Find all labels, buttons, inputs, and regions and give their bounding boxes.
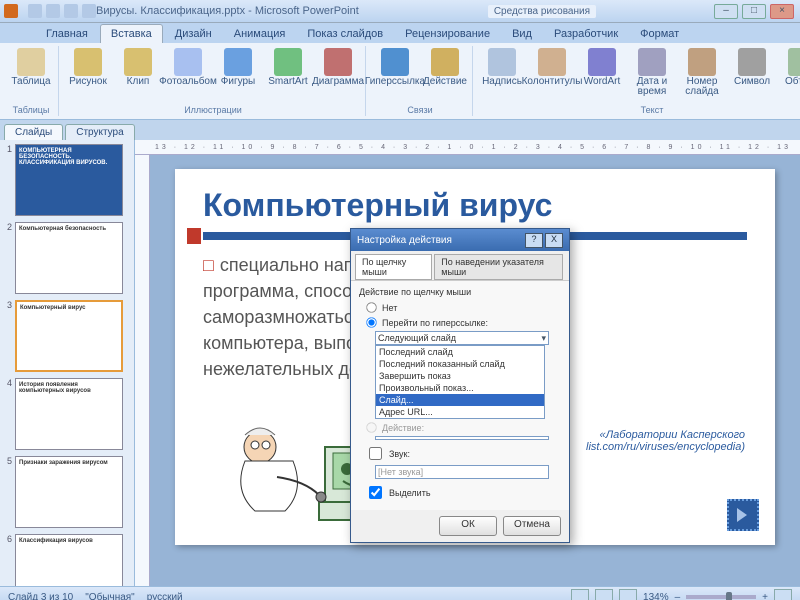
ok-button[interactable]: ОК: [439, 516, 497, 536]
zoom-level[interactable]: 134%: [643, 592, 669, 600]
dialog-close-button[interactable]: X: [545, 233, 563, 248]
ribbon-tab-2[interactable]: Дизайн: [165, 25, 222, 43]
close-button[interactable]: ×: [770, 4, 794, 19]
cancel-button[interactable]: Отмена: [503, 516, 561, 536]
zoom-slider[interactable]: [686, 595, 756, 599]
dialog-title: Настройка действия: [357, 235, 452, 246]
language-indicator[interactable]: русский: [147, 592, 183, 600]
thumbnail-2[interactable]: 2Компьютерная безопасность: [2, 222, 132, 294]
ribbon-фигуры[interactable]: Фигуры: [215, 46, 261, 89]
pane-tab-slides[interactable]: Слайды: [4, 124, 63, 140]
ribbon-tab-7[interactable]: Разработчик: [544, 25, 628, 43]
ribbon-tab-0[interactable]: Главная: [36, 25, 98, 43]
zoom-in-button[interactable]: +: [762, 592, 768, 600]
ribbon-tab-5[interactable]: Рецензирование: [395, 25, 500, 43]
ribbon: ТаблицаТаблицыРисунокКлипФотоальбомФигур…: [0, 43, 800, 120]
action-button-next[interactable]: [727, 499, 759, 531]
thumbnail-1[interactable]: 1КОМПЬЮТЕРНАЯ БЕЗОПАСНОСТЬ. КЛАССИФИКАЦИ…: [2, 144, 132, 216]
action-select: [375, 436, 549, 440]
dialog-help-button[interactable]: ?: [525, 233, 543, 248]
quick-access-toolbar[interactable]: [24, 2, 96, 20]
sound-checkbox[interactable]: Звук:: [365, 444, 561, 463]
ruler-vertical: [135, 155, 150, 586]
list-item[interactable]: Адрес URL...: [376, 406, 544, 418]
thumbnail-5[interactable]: 5Признаки заражения вирусом: [2, 456, 132, 528]
zoom-out-button[interactable]: –: [675, 592, 681, 600]
radio-hyperlink[interactable]: Перейти по гиперссылке:: [365, 316, 561, 329]
citation: «Лаборатории Касперскогоlist.com/ru/viru…: [586, 429, 745, 453]
ribbon-клип[interactable]: Клип: [115, 46, 161, 89]
fit-button[interactable]: [774, 589, 792, 600]
dialog-tab-click[interactable]: По щелчку мыши: [355, 254, 432, 280]
list-item[interactable]: Последний показанный слайд: [376, 358, 544, 370]
thumbnail-3[interactable]: 3Компьютерный вирус: [2, 300, 132, 372]
ribbon-tabs: ГлавнаяВставкаДизайнАнимацияПоказ слайдо…: [0, 23, 800, 43]
slide-counter: Слайд 3 из 10: [8, 592, 73, 600]
list-item[interactable]: Последний слайд: [376, 346, 544, 358]
theme-name: "Обычная": [85, 592, 135, 600]
radio-none[interactable]: Нет: [365, 301, 561, 314]
list-item[interactable]: Слайд...: [376, 394, 544, 406]
radio-action: Действие:: [365, 421, 561, 434]
document-title: Вирусы. Классификация.pptx - Microsoft P…: [96, 5, 359, 17]
ribbon-гиперссылка[interactable]: Гиперссылка: [372, 46, 418, 89]
slideshow-view-button[interactable]: [619, 589, 637, 600]
hyperlink-select[interactable]: Следующий слайд▾: [375, 331, 549, 345]
thumbnail-6[interactable]: 6Классификация вирусов: [2, 534, 132, 586]
ribbon-дата и время[interactable]: Дата и время: [629, 46, 675, 99]
ribbon-номер слайда[interactable]: Номер слайда: [679, 46, 725, 99]
action-group-label: Действие по щелчку мыши: [359, 287, 561, 297]
contextual-tab-label: Средства рисования: [488, 5, 596, 18]
slide-pane-tabs: Слайды Структура: [0, 120, 800, 140]
ribbon-символ[interactable]: Символ: [729, 46, 775, 89]
maximize-button[interactable]: □: [742, 4, 766, 19]
pane-tab-outline[interactable]: Структура: [65, 124, 134, 140]
ribbon-надпись[interactable]: Надпись: [479, 46, 525, 89]
title-bar: Вирусы. Классификация.pptx - Microsoft P…: [0, 0, 800, 23]
ribbon-колонтитулы[interactable]: Колонтитулы: [529, 46, 575, 89]
ribbon-рисунок[interactable]: Рисунок: [65, 46, 111, 89]
ribbon-объект[interactable]: Объект: [779, 46, 800, 89]
ribbon-tab-4[interactable]: Показ слайдов: [297, 25, 393, 43]
normal-view-button[interactable]: [571, 589, 589, 600]
ribbon-диаграмма[interactable]: Диаграмма: [315, 46, 361, 89]
list-item[interactable]: Произвольный показ...: [376, 382, 544, 394]
hyperlink-dropdown-list[interactable]: Последний слайдПоследний показанный слай…: [375, 345, 545, 419]
thumbnail-4[interactable]: 4История появления компьютерных вирусов: [2, 378, 132, 450]
ribbon-wordart[interactable]: WordArt: [579, 46, 625, 89]
ribbon-smartart[interactable]: SmartArt: [265, 46, 311, 89]
ruler-horizontal: 13 · 12 · 11 · 10 · 9 · 8 · 7 · 6 · 5 · …: [135, 140, 800, 155]
status-bar: Слайд 3 из 10 "Обычная" русский 134% – +: [0, 586, 800, 600]
list-item[interactable]: Завершить показ: [376, 370, 544, 382]
thumbnail-panel[interactable]: 1КОМПЬЮТЕРНАЯ БЕЗОПАСНОСТЬ. КЛАССИФИКАЦИ…: [0, 140, 135, 586]
ribbon-tab-8[interactable]: Формат: [630, 25, 689, 43]
ribbon-таблица[interactable]: Таблица: [8, 46, 54, 89]
app-icon: [4, 4, 18, 18]
ribbon-фотоальбом[interactable]: Фотоальбом: [165, 46, 211, 89]
action-settings-dialog: Настройка действия ? X По щелчку мыши По…: [350, 228, 570, 543]
slide-title[interactable]: Компьютерный вирус: [203, 187, 747, 224]
ribbon-tab-3[interactable]: Анимация: [224, 25, 296, 43]
highlight-checkbox[interactable]: Выделить: [365, 483, 561, 502]
ribbon-tab-1[interactable]: Вставка: [100, 24, 163, 43]
dialog-tab-hover[interactable]: По наведении указателя мыши: [434, 254, 563, 280]
minimize-button[interactable]: –: [714, 4, 738, 19]
ribbon-действие[interactable]: Действие: [422, 46, 468, 89]
dialog-titlebar[interactable]: Настройка действия ? X: [351, 229, 569, 251]
sorter-view-button[interactable]: [595, 589, 613, 600]
ribbon-tab-6[interactable]: Вид: [502, 25, 542, 43]
sound-select: [Нет звука]: [375, 465, 549, 479]
